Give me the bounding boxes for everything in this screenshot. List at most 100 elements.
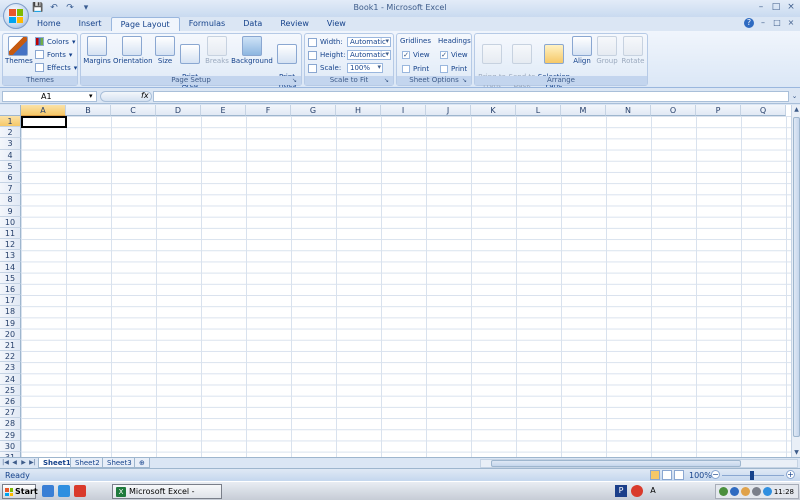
row-header-1[interactable]: 1 [0,116,21,128]
row-header-27[interactable]: 27 [0,407,21,419]
margins-button[interactable]: Margins [83,36,111,65]
internet-explorer-icon[interactable] [58,485,70,497]
row-header-2[interactable]: 2 [0,127,21,139]
tab-view[interactable]: View [318,17,355,31]
insert-function-icon[interactable]: fx [141,91,149,100]
first-sheet-icon[interactable]: |◀ [2,459,9,467]
row-header-24[interactable]: 24 [0,373,21,385]
name-box[interactable]: A1 [2,91,97,102]
row-header-8[interactable]: 8 [0,194,21,206]
horizontal-scroll-thumb[interactable] [491,460,741,467]
language-bar-icon[interactable]: P [615,485,627,497]
tab-insert[interactable]: Insert [70,17,111,31]
minimize-button[interactable]: – [754,1,768,13]
column-header-l[interactable]: L [516,105,561,116]
row-header-28[interactable]: 28 [0,418,21,430]
column-header-q[interactable]: Q [741,105,786,116]
vertical-scroll-thumb[interactable] [793,117,800,437]
width-combo[interactable]: Automatic [347,37,391,47]
workbook-close-button[interactable]: × [786,18,796,28]
breaks-button[interactable]: Breaks [205,36,229,65]
row-header-12[interactable]: 12 [0,239,21,251]
column-header-o[interactable]: O [651,105,696,116]
insert-sheet-icon[interactable]: ⊕ [134,458,150,468]
update-icon[interactable] [741,487,750,496]
messenger-icon[interactable] [763,487,772,496]
group-button[interactable]: Group [595,36,619,65]
headings-print-checkbox[interactable] [440,65,448,73]
scale-spinner[interactable]: 100% [347,63,383,73]
last-sheet-icon[interactable]: ▶| [29,459,36,467]
taskbar-excel-button[interactable]: X Microsoft Excel - Book1 [112,484,222,499]
row-header-9[interactable]: 9 [0,205,21,217]
vertical-scrollbar[interactable]: ▲ ▼ [791,105,800,457]
column-header-a[interactable]: A [21,105,66,116]
row-header-7[interactable]: 7 [0,183,21,195]
column-header-g[interactable]: G [291,105,336,116]
orientation-button[interactable]: Orientation [113,36,153,65]
row-header-4[interactable]: 4 [0,149,21,161]
gridlines-view-checkbox[interactable]: ✓ [402,51,410,59]
next-sheet-icon[interactable]: ▶ [20,459,27,467]
tab-data[interactable]: Data [234,17,271,31]
headings-view-checkbox[interactable]: ✓ [440,51,448,59]
row-header-14[interactable]: 14 [0,261,21,273]
prev-sheet-icon[interactable]: ◀ [11,459,18,467]
name-box-dropdown-icon[interactable]: ▾ [89,92,93,100]
column-header-b[interactable]: B [66,105,111,116]
row-header-11[interactable]: 11 [0,228,21,240]
row-header-13[interactable]: 13 [0,250,21,262]
row-header-15[interactable]: 15 [0,272,21,284]
row-header-29[interactable]: 29 [0,429,21,441]
row-header-17[interactable]: 17 [0,295,21,307]
row-header-3[interactable]: 3 [0,138,21,150]
sheet-options-dialog-launcher-icon[interactable]: ↘ [462,77,469,84]
row-header-5[interactable]: 5 [0,160,21,172]
security-icon[interactable] [730,487,739,496]
column-header-k[interactable]: K [471,105,516,116]
colors-button[interactable]: Colors ▾ [35,37,75,46]
normal-view-icon[interactable] [650,470,660,480]
zoom-out-icon[interactable]: − [711,470,720,479]
row-header-19[interactable]: 19 [0,317,21,329]
volume-icon[interactable] [752,487,761,496]
column-header-c[interactable]: C [111,105,156,116]
column-header-j[interactable]: J [426,105,471,116]
close-button[interactable]: × [784,1,798,13]
page-layout-view-icon[interactable] [662,470,672,480]
row-header-20[interactable]: 20 [0,328,21,340]
fonts-button[interactable]: Fonts ▾ [35,50,72,59]
column-header-i[interactable]: I [381,105,426,116]
effects-button[interactable]: Effects ▾ [35,63,77,72]
gridlines-print-checkbox[interactable] [402,65,410,73]
row-header-6[interactable]: 6 [0,172,21,184]
size-button[interactable]: Size [155,36,175,65]
tab-home[interactable]: Home [28,17,70,31]
tab-formulas[interactable]: Formulas [180,17,235,31]
row-header-18[interactable]: 18 [0,306,21,318]
rotate-button[interactable]: Rotate [621,36,645,65]
row-header-22[interactable]: 22 [0,351,21,363]
scale-to-fit-dialog-launcher-icon[interactable]: ↘ [384,77,391,84]
tab-review[interactable]: Review [271,17,318,31]
sheet-tab-2[interactable]: Sheet2 [70,458,105,468]
maximize-button[interactable]: □ [769,1,783,13]
start-button[interactable]: Start [2,484,38,499]
row-header-30[interactable]: 30 [0,440,21,452]
scroll-up-icon[interactable]: ▲ [792,105,800,114]
help-icon[interactable]: ? [744,18,754,28]
tab-page-layout[interactable]: Page Layout [110,17,180,31]
align-button[interactable]: Align [571,36,593,65]
cell-grid[interactable] [21,116,791,457]
app-icon[interactable] [74,485,86,497]
horizontal-scrollbar[interactable] [480,459,798,468]
network-icon[interactable] [719,487,728,496]
tray-app-icon[interactable] [631,485,643,497]
row-header-25[interactable]: 25 [0,384,21,396]
desktop-icon[interactable] [42,485,54,497]
row-header-10[interactable]: 10 [0,216,21,228]
scroll-down-icon[interactable]: ▼ [792,448,800,457]
page-break-preview-icon[interactable] [674,470,684,480]
active-cell[interactable] [21,116,67,128]
column-header-d[interactable]: D [156,105,201,116]
